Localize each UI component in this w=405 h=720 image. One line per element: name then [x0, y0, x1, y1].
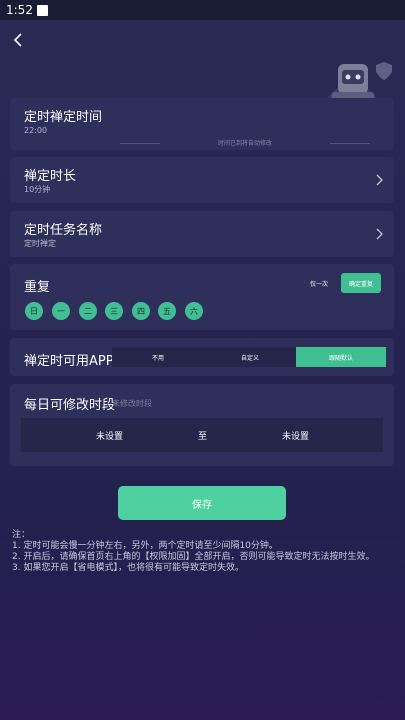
day-thu[interactable]: 四 [132, 302, 150, 320]
duration-value: 10分钟 [24, 185, 51, 194]
modify-period-row[interactable]: 未设置 至 未设置 [21, 418, 383, 452]
repeat-title: 重复 [24, 280, 51, 295]
apps-option-follow-default[interactable]: 跟随默认 [296, 347, 386, 367]
available-apps-title: 禅定时可用APP [24, 354, 114, 369]
day-fri[interactable]: 五 [158, 302, 176, 320]
modify-end-time[interactable]: 未设置 [282, 429, 309, 442]
chevron-right-icon [376, 228, 383, 240]
duration-title: 禅定时长 [24, 169, 77, 184]
notification-icon [36, 4, 48, 16]
note-2: 2. 开启后，请确保首页右上角的【权限加固】全部开启，否则可能导致定时无法按时生… [12, 552, 375, 562]
day-wed[interactable]: 三 [105, 302, 123, 320]
notes-heading: 注： [12, 530, 31, 540]
modify-separator: 至 [198, 432, 208, 442]
notes: 注： 1. 定时可能会慢一分钟左右，另外，两个定时请至少间隔10分钟。 2. 开… [12, 530, 397, 574]
status-bar: 1:52 [0, 0, 405, 20]
day-tue[interactable]: 二 [79, 302, 97, 320]
duration-card[interactable]: 禅定时长 10分钟 [10, 157, 394, 203]
day-sat[interactable]: 六 [185, 302, 203, 320]
repeat-card: 重复 仅一次 确定重复 [10, 264, 394, 330]
note-3: 3. 如果您开启【省电模式】，也将很有可能导致定时失效。 [12, 563, 244, 573]
timed-zen-time-value: 22:00 [24, 126, 48, 135]
note-1: 1. 定时可能会慢一分钟左右，另外，两个定时请至少间隔10分钟。 [12, 541, 278, 551]
timed-zen-time-title: 定时禅定时间 [24, 110, 103, 125]
modify-period-title: 每日可修改时段 [24, 398, 116, 413]
chevron-left-icon [13, 33, 22, 47]
save-button[interactable]: 保存 [118, 486, 286, 520]
day-sun[interactable]: 日 [25, 302, 43, 320]
modify-start-time[interactable]: 未设置 [96, 429, 123, 442]
chevron-right-icon [376, 174, 383, 186]
task-name-title: 定时任务名称 [24, 223, 103, 238]
confirm-repeat-button[interactable]: 确定重复 [341, 273, 381, 293]
apps-option-custom[interactable]: 自定义 [204, 347, 296, 367]
task-name-value: 定时禅定 [24, 239, 56, 248]
auto-modify-hint: 时间已到将自动修改 [120, 138, 370, 148]
once-button[interactable]: 仅一次 [302, 273, 336, 293]
modify-period-subtitle: 未修改时段 [112, 399, 152, 408]
task-name-card[interactable]: 定时任务名称 定时禅定 [10, 211, 394, 257]
status-time: 1:52 [6, 3, 33, 17]
back-button[interactable] [8, 30, 28, 50]
day-mon[interactable]: 一 [52, 302, 70, 320]
apps-option-none[interactable]: 不用 [112, 347, 204, 367]
